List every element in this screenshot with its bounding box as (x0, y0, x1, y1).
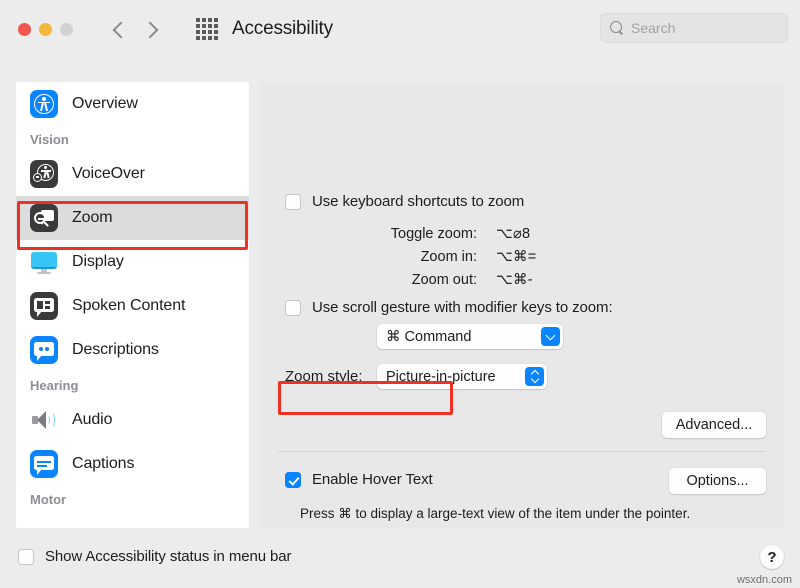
page-title: Accessibility (232, 18, 333, 39)
sidebar-item-zoom[interactable]: Zoom (16, 196, 249, 240)
voiceover-icon (30, 160, 58, 188)
advanced-button[interactable]: Advanced... (662, 412, 766, 438)
keyboard-shortcuts-label: Use keyboard shortcuts to zoom (312, 193, 525, 210)
keyboard-shortcuts-checkbox-row[interactable]: Use keyboard shortcuts to zoom (285, 193, 524, 210)
scroll-gesture-checkbox-row[interactable]: Use scroll gesture with modifier keys to… (285, 299, 613, 316)
sidebar-item-label: Audio (72, 411, 113, 428)
section-divider (278, 451, 766, 452)
window-titlebar: Accessibility (0, 0, 800, 58)
audio-icon (30, 406, 58, 434)
chevron-down-icon[interactable] (541, 327, 560, 346)
sidebar-item-label: Zoom (72, 209, 113, 226)
display-icon (30, 248, 58, 276)
shortcut-label: Toggle zoom: (390, 226, 477, 242)
shortcut-keys: ⌥⌘= (496, 249, 537, 265)
chevron-up-down-icon[interactable] (525, 367, 544, 386)
modifier-key-dropdown[interactable]: ⌘ Command (377, 324, 563, 349)
modifier-key-value: ⌘ Command (386, 328, 472, 345)
sidebar-item-voiceover[interactable]: VoiceOver (16, 152, 249, 196)
sidebar-item-label: Display (72, 253, 124, 270)
zoom-settings-panel: Use keyboard shortcuts to zoom Toggle zo… (260, 82, 784, 528)
scroll-gesture-checkbox[interactable] (285, 299, 301, 316)
help-button[interactable]: ? (760, 545, 784, 569)
sidebar-group-vision: Vision (30, 131, 69, 147)
back-chevron-icon[interactable] (112, 22, 126, 36)
sidebar-item-audio[interactable]: Audio (16, 398, 249, 442)
watermark: wsxdn.com (736, 574, 792, 586)
close-window-button[interactable] (18, 22, 31, 36)
navigation-buttons (112, 22, 158, 36)
keyboard-shortcuts-checkbox[interactable] (285, 193, 301, 210)
shortcut-keys: ⌥⌀8 (496, 226, 531, 242)
sidebar-item-label: Spoken Content (72, 297, 186, 314)
scroll-gesture-label: Use scroll gesture with modifier keys to… (312, 299, 613, 316)
zoom-style-dropdown[interactable]: Picture-in-picture (377, 364, 547, 389)
sidebar-item-label: Overview (72, 95, 138, 112)
zoom-style-value: Picture-in-picture (386, 368, 496, 385)
accessibility-sidebar: Overview Vision VoiceOver Zoom Display S… (16, 82, 249, 528)
search-box[interactable] (600, 13, 788, 43)
sidebar-group-motor: Motor (30, 491, 67, 507)
accessibility-overview-icon (30, 90, 58, 118)
sidebar-item-overview[interactable]: Overview (16, 82, 249, 126)
hover-text-options-button[interactable]: Options... (669, 468, 766, 494)
shortcut-zoom-out: Zoom out: ⌥⌘- (285, 272, 615, 288)
hover-text-hint: Press ⌘ to display a large-text view of … (300, 506, 691, 521)
hover-text-checkbox[interactable] (285, 471, 301, 488)
captions-icon (30, 450, 58, 478)
sidebar-item-display[interactable]: Display (16, 240, 249, 284)
spoken-content-icon (30, 292, 58, 320)
minimize-window-button[interactable] (39, 22, 52, 36)
shortcut-label: Zoom in: (420, 249, 477, 265)
shortcut-toggle-zoom: Toggle zoom: ⌥⌀8 (285, 226, 615, 242)
sidebar-item-label: Captions (72, 455, 135, 472)
search-input[interactable] (631, 20, 771, 36)
system-preferences-window: Accessibility Overview Vision VoiceOver (0, 0, 800, 588)
zoom-icon (30, 204, 58, 232)
forward-chevron-icon[interactable] (144, 22, 158, 36)
shortcut-zoom-in: Zoom in: ⌥⌘= (285, 249, 615, 265)
sidebar-item-spoken-content[interactable]: Spoken Content (16, 284, 249, 328)
sidebar-item-label: Descriptions (72, 341, 159, 358)
sidebar-item-descriptions[interactable]: Descriptions (16, 328, 249, 372)
menu-bar-status-checkbox-row[interactable]: Show Accessibility status in menu bar (18, 548, 292, 565)
hover-text-label: Enable Hover Text (312, 471, 433, 488)
menu-bar-status-label: Show Accessibility status in menu bar (45, 548, 292, 565)
menu-bar-status-checkbox[interactable] (18, 548, 34, 565)
shortcut-keys: ⌥⌘- (496, 272, 533, 288)
traffic-light-controls (18, 22, 73, 36)
descriptions-icon (30, 336, 58, 364)
sidebar-item-label: VoiceOver (72, 165, 145, 182)
search-icon (610, 21, 624, 35)
sidebar-item-captions[interactable]: Captions (16, 442, 249, 486)
show-all-grid-icon[interactable] (196, 18, 218, 40)
shortcut-label: Zoom out: (411, 272, 477, 288)
zoom-style-label: Zoom style: (285, 368, 363, 385)
sidebar-group-hearing: Hearing (30, 377, 79, 393)
hover-text-checkbox-row[interactable]: Enable Hover Text (285, 471, 433, 488)
maximize-window-button[interactable] (60, 22, 73, 36)
